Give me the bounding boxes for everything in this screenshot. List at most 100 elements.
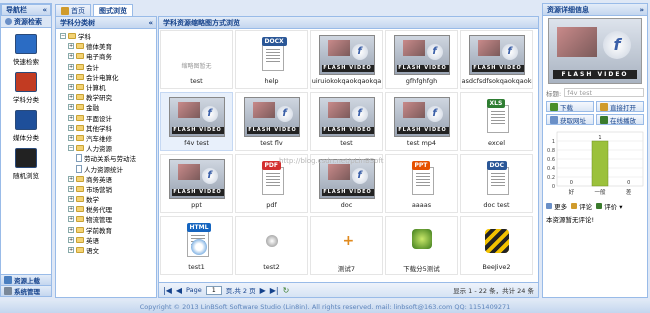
thumbnail-item[interactable]: PPT aaaas: [385, 154, 458, 213]
video-frame: [252, 102, 275, 118]
tree-node-label: 汽车维修: [86, 134, 112, 143]
thumbnail-item[interactable]: f FLASH VIDEO asdcfsdfsokqaokqaokqa: [460, 30, 533, 89]
nav-item-2[interactable]: 媒体分类: [1, 110, 51, 142]
expander-icon[interactable]: +: [68, 94, 74, 101]
play-online-button[interactable]: 在线播放: [596, 114, 644, 125]
thumbnail-item[interactable]: XLS excel: [460, 92, 533, 151]
next-page-button[interactable]: ▶: [260, 286, 266, 295]
tree-node-label: 人力资源: [86, 145, 112, 154]
open-direct-button[interactable]: 直接打开: [596, 101, 644, 112]
page-input[interactable]: 1: [205, 285, 222, 295]
thumbnail-caption: pdf: [266, 201, 277, 209]
expander-icon[interactable]: +: [68, 73, 74, 80]
expander-icon[interactable]: +: [68, 206, 74, 213]
expander-icon[interactable]: −: [60, 33, 66, 40]
collapse-icon[interactable]: «: [148, 19, 153, 27]
expander-icon[interactable]: +: [68, 185, 74, 192]
thumbnail-caption: test: [340, 139, 353, 147]
rate-link[interactable]: 评价 ▾: [596, 201, 623, 211]
refresh-icon[interactable]: ↻: [283, 286, 290, 295]
expander-icon[interactable]: +: [68, 196, 74, 203]
tree-node[interactable]: + 英语: [60, 235, 156, 245]
nav-item-3[interactable]: 随机浏览: [1, 148, 51, 180]
tree-node[interactable]: + 商务英语: [60, 174, 156, 184]
tree-node[interactable]: + 平面设计: [60, 113, 156, 123]
tree-node[interactable]: + 学前教育: [60, 225, 156, 235]
thumbnail-item[interactable]: BeeJive2: [460, 216, 533, 275]
thumbnail-item[interactable]: f FLASH VIDEO ppt: [160, 154, 233, 213]
expander-icon[interactable]: +: [68, 84, 74, 91]
expander-icon[interactable]: +: [68, 247, 74, 254]
document-icon: [486, 105, 509, 133]
tree-node[interactable]: + 物流管理: [60, 214, 156, 224]
comment-icon: [571, 202, 578, 209]
y-tick-label: 0.6: [547, 157, 555, 163]
expander-icon[interactable]: +: [68, 216, 74, 223]
nav-item-0[interactable]: 快速检索: [1, 34, 51, 66]
comment-link[interactable]: 评论: [571, 201, 592, 211]
tree-node-label: 教学研究: [86, 94, 112, 103]
nav-item-1[interactable]: 学科分类: [1, 72, 51, 104]
thumbnail-item[interactable]: DOCX help: [235, 30, 308, 89]
upload-button[interactable]: 资源上载: [1, 274, 51, 285]
tree-node[interactable]: + 语文: [60, 245, 156, 255]
last-page-button[interactable]: ▶|: [270, 286, 279, 295]
tab-home[interactable]: 首页: [55, 4, 91, 16]
thumbnail-item[interactable]: + 测试7: [310, 216, 383, 275]
expander-icon[interactable]: +: [68, 175, 74, 182]
tree-node[interactable]: + 市场营销: [60, 184, 156, 194]
expander-icon[interactable]: +: [68, 124, 74, 131]
tree-node[interactable]: + 汽车维修: [60, 133, 156, 143]
tab-thumbnail-browse[interactable]: 图式浏览: [93, 4, 133, 16]
tree-node[interactable]: + 税务代理: [60, 204, 156, 214]
tree-node[interactable]: + 教学研究: [60, 92, 156, 102]
expander-icon[interactable]: +: [68, 43, 74, 50]
tree-node[interactable]: 劳动关系与劳动法: [60, 153, 156, 163]
thumbnail-item[interactable]: 下载分5测试: [385, 216, 458, 275]
thumbnail-label: FLASH VIDEO: [471, 65, 524, 72]
get-url-button[interactable]: 获取网址: [546, 114, 594, 125]
tree-node[interactable]: + 会计: [60, 62, 156, 72]
expander-icon[interactable]: +: [68, 63, 74, 70]
tree-node[interactable]: + 其他学科: [60, 123, 156, 133]
thumbnail-item[interactable]: DOC doc test: [460, 154, 533, 213]
thumbnail-item[interactable]: test2: [235, 216, 308, 275]
thumbnail-item[interactable]: f FLASH VIDEO test: [310, 92, 383, 151]
expander-icon[interactable]: +: [68, 104, 74, 111]
thumbnail-item[interactable]: HTML test1: [160, 216, 233, 275]
thumbnail-item[interactable]: 缩略图暂无 test: [160, 30, 233, 89]
expander-icon[interactable]: −: [68, 145, 74, 152]
expander-icon[interactable]: +: [68, 134, 74, 141]
tree-node[interactable]: + 数学: [60, 194, 156, 204]
thumbnail-item[interactable]: f FLASH VIDEO test mp4: [385, 92, 458, 151]
collapse-icon[interactable]: «: [42, 6, 47, 14]
prev-page-button[interactable]: ◀: [176, 286, 182, 295]
expander-icon[interactable]: +: [68, 226, 74, 233]
expander-icon[interactable]: +: [68, 236, 74, 243]
more-link[interactable]: 更多: [546, 201, 567, 211]
thumbnail-item[interactable]: f FLASH VIDEO gfhfghfgh: [385, 30, 458, 89]
first-page-button[interactable]: |◀: [163, 286, 172, 295]
y-tick-label: 0.8: [547, 148, 555, 154]
video-frame: [477, 40, 500, 56]
system-admin-button[interactable]: 系统管理: [1, 285, 51, 296]
download-button[interactable]: 下载: [546, 101, 594, 112]
expander-icon[interactable]: +: [68, 53, 74, 60]
tree-node[interactable]: + 德体美育: [60, 41, 156, 51]
thumbnail-image: [244, 221, 300, 261]
tree-node[interactable]: − 学科: [60, 31, 156, 41]
collapse-icon[interactable]: »: [639, 6, 644, 14]
thumbnail-item[interactable]: f FLASH VIDEO uiruiokokqaokqaokqa: [310, 30, 383, 89]
tree-node[interactable]: 人力资源统计: [60, 163, 156, 174]
nav-section[interactable]: 资源检索: [1, 16, 51, 28]
thumbnail-item[interactable]: f FLASH VIDEO test flv: [235, 92, 308, 151]
tree-node[interactable]: − 人力资源: [60, 143, 156, 153]
tree-node[interactable]: + 金融: [60, 102, 156, 112]
thumbnail-item[interactable]: f FLASH VIDEO f4v test: [160, 92, 233, 151]
tree-node[interactable]: + 会计电算化: [60, 72, 156, 82]
rating-bar[interactable]: [591, 140, 609, 187]
title-field[interactable]: f4v test: [564, 88, 644, 97]
expander-icon[interactable]: +: [68, 114, 74, 121]
tree-node[interactable]: + 计算机: [60, 82, 156, 92]
tree-node[interactable]: + 电子商务: [60, 51, 156, 61]
